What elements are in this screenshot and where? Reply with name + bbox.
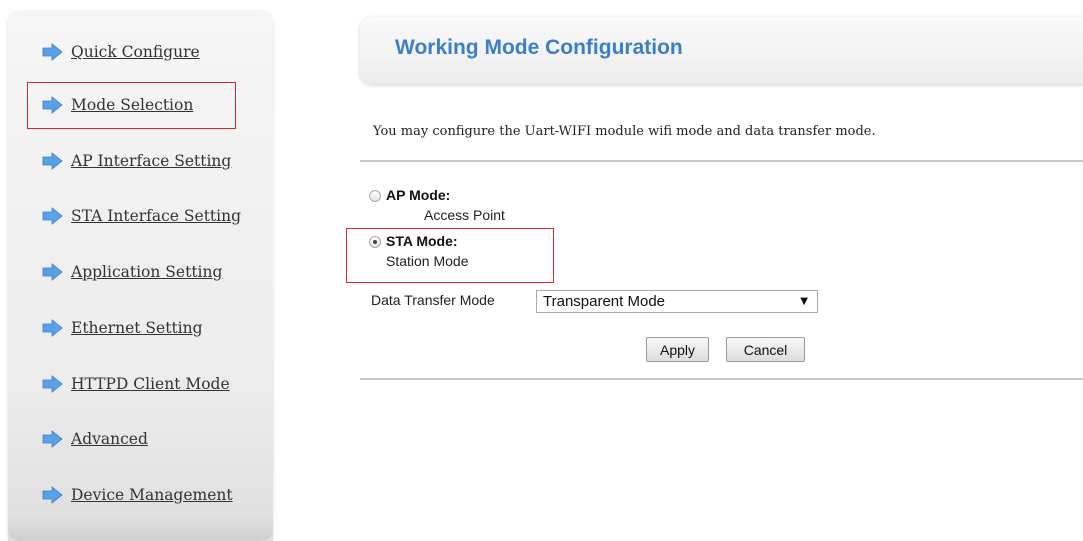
sidebar-item-httpd-client-mode[interactable]: HTTPD Client Mode — [42, 369, 230, 399]
page-description: You may configure the Uart-WIFI module w… — [373, 124, 876, 139]
ap-mode-description: Access Point — [424, 207, 505, 223]
apply-button[interactable]: Apply — [646, 337, 709, 362]
sidebar-item-label[interactable]: Application Setting — [71, 263, 222, 281]
arrow-right-icon — [42, 486, 63, 504]
sidebar-item-label[interactable]: Device Management — [71, 486, 233, 504]
page-header: Working Mode Configuration — [360, 17, 1083, 84]
sta-mode-label: STA Mode: — [386, 233, 458, 249]
sidebar-item-ap-interface-setting[interactable]: AP Interface Setting — [42, 146, 231, 176]
sidebar-item-advanced[interactable]: Advanced — [42, 424, 148, 454]
divider-bottom — [360, 378, 1083, 380]
sidebar-item-label[interactable]: Quick Configure — [71, 43, 200, 61]
page-title: Working Mode Configuration — [395, 36, 683, 59]
divider-top — [360, 160, 1083, 162]
sidebar-item-device-management[interactable]: Device Management — [42, 480, 233, 510]
arrow-right-icon — [42, 152, 63, 170]
cancel-button[interactable]: Cancel — [726, 337, 805, 362]
dropdown-arrow-icon: ▼ — [800, 296, 808, 307]
data-transfer-mode-label: Data Transfer Mode — [371, 292, 495, 308]
ap-mode-radio[interactable] — [369, 190, 381, 202]
data-transfer-mode-select[interactable]: Transparent Mode ▼ — [536, 290, 818, 313]
arrow-right-icon — [42, 263, 63, 281]
data-transfer-mode-value: Transparent Mode — [543, 293, 666, 310]
sidebar-item-label[interactable]: AP Interface Setting — [71, 152, 231, 170]
sta-mode-description: Station Mode — [386, 253, 469, 269]
ap-mode-label: AP Mode: — [386, 187, 451, 203]
sidebar-item-label[interactable]: Advanced — [71, 430, 148, 448]
sidebar-item-quick-configure[interactable]: Quick Configure — [42, 37, 200, 67]
arrow-right-icon — [42, 319, 63, 337]
sidebar-item-sta-interface-setting[interactable]: STA Interface Setting — [42, 201, 241, 231]
sidebar-item-application-setting[interactable]: Application Setting — [42, 257, 222, 287]
sidebar-item-ethernet-setting[interactable]: Ethernet Setting — [42, 313, 203, 343]
arrow-right-icon — [42, 375, 63, 393]
arrow-right-icon — [42, 43, 63, 61]
sidebar-item-label[interactable]: STA Interface Setting — [71, 207, 241, 225]
sta-mode-radio[interactable] — [369, 236, 381, 248]
sidebar-footer — [8, 513, 273, 541]
sidebar-item-label[interactable]: Ethernet Setting — [71, 319, 203, 337]
arrow-right-icon — [42, 207, 63, 225]
arrow-right-icon — [42, 430, 63, 448]
mode-selection-highlight — [27, 82, 236, 129]
sidebar-item-label[interactable]: HTTPD Client Mode — [71, 375, 230, 393]
